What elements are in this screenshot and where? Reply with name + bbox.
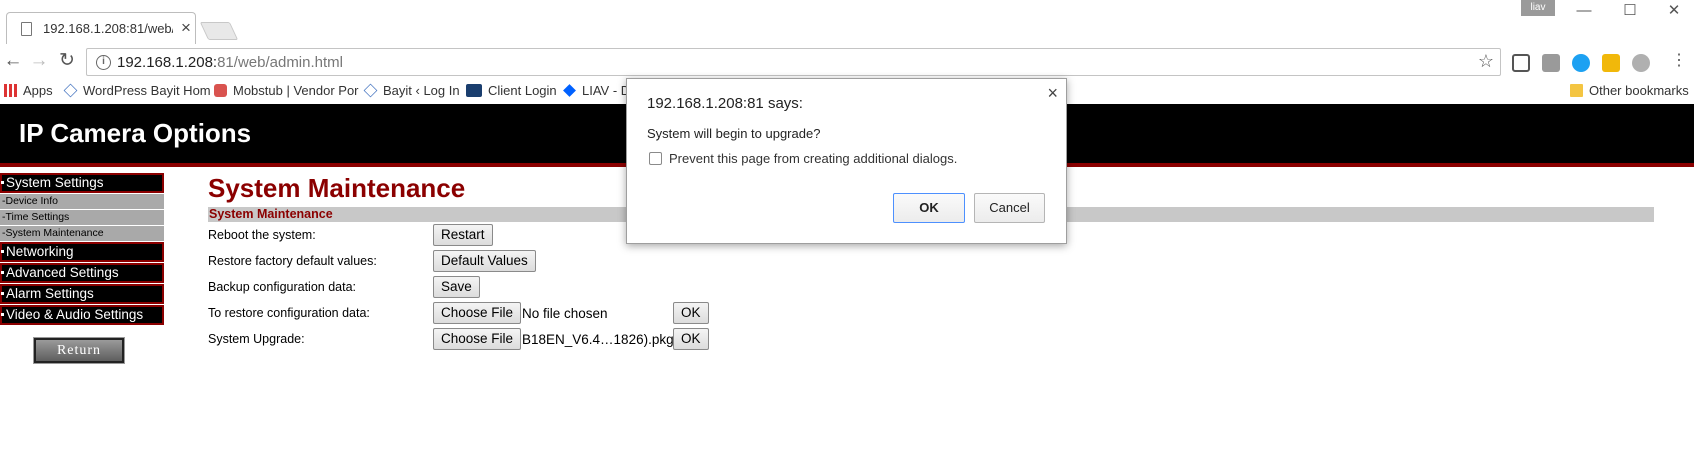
menu-system-maintenance[interactable]: -System Maintenance (0, 226, 164, 242)
home-icon (63, 83, 78, 98)
reload-icon[interactable]: ↻ (56, 50, 78, 72)
dialog-title: 192.168.1.208:81 says: (647, 95, 803, 112)
url-host: 192.168.1.208: (117, 54, 218, 71)
dialog-ok-button[interactable]: OK (893, 193, 965, 223)
bookmark-star-icon[interactable]: ☆ (1478, 51, 1494, 72)
upgrade-choose-file-button[interactable]: Choose File (433, 328, 522, 350)
page-title: IP Camera Options (19, 118, 252, 148)
url-text: 192.168.1.208:81/web/admin.html (117, 54, 343, 71)
maximize-icon[interactable]: ☐ (1610, 0, 1650, 22)
bookmark-wordpress[interactable]: WordPress Bayit Hom (63, 83, 211, 98)
restore-file-name: No file chosen (522, 306, 608, 321)
bookmark-mobstub[interactable]: Mobstub | Vendor Por (214, 83, 359, 98)
info-icon[interactable]: i (96, 55, 111, 70)
browser-toolbar: ← → ↻ i 192.168.1.208:81/web/admin.html … (0, 44, 1694, 80)
prevent-dialogs-label[interactable]: Prevent this page from creating addition… (669, 151, 957, 166)
menu-device-info[interactable]: -Device Info (0, 194, 164, 210)
new-tab-button[interactable] (199, 22, 239, 40)
menu-icon[interactable]: ⋮ (1668, 50, 1690, 72)
folder-icon (1570, 84, 1583, 97)
extension-rocket-icon[interactable] (1632, 54, 1650, 72)
minimize-icon[interactable]: — (1564, 0, 1604, 22)
upgrade-row: System Upgrade: Choose File B18EN_V6.4…1… (208, 326, 1658, 352)
tab-title: 192.168.1.208:81/web/ad (43, 21, 173, 36)
dialog-message: System will begin to upgrade? (647, 126, 821, 141)
menu-networking[interactable]: Networking (0, 242, 164, 262)
cast-icon[interactable] (1512, 54, 1530, 72)
menu-time-settings[interactable]: -Time Settings (0, 210, 164, 226)
bookmark-apps[interactable]: Apps (4, 83, 53, 98)
dropbox-icon (563, 84, 576, 97)
menu-advanced-settings[interactable]: Advanced Settings (0, 263, 164, 283)
restore-ok-button[interactable]: OK (673, 302, 709, 324)
close-window-icon[interactable]: ✕ (1654, 0, 1694, 22)
bookmark-other[interactable]: Other bookmarks (1570, 83, 1689, 98)
alert-dialog: × 192.168.1.208:81 says: System will beg… (626, 78, 1067, 244)
page-icon (21, 22, 32, 36)
profile-badge[interactable]: liav (1521, 0, 1555, 16)
side-menu: System Settings -Device Info -Time Setti… (0, 173, 164, 326)
url-path: 81/web/admin.html (217, 54, 343, 71)
restart-button[interactable]: Restart (433, 224, 493, 246)
return-button[interactable]: Return (33, 337, 125, 364)
prevent-dialogs-checkbox[interactable] (649, 152, 662, 165)
menu-system-settings[interactable]: System Settings (0, 173, 164, 193)
extension-yellow-icon[interactable] (1602, 54, 1620, 72)
backup-row: Backup configuration data: Save (208, 274, 1658, 300)
save-button[interactable]: Save (433, 276, 480, 298)
address-bar[interactable]: i 192.168.1.208:81/web/admin.html ☆ (86, 48, 1501, 76)
factory-label: Restore factory default values: (208, 254, 377, 268)
upgrade-ok-button[interactable]: OK (673, 328, 709, 350)
factory-row: Restore factory default values: Default … (208, 248, 1658, 274)
menu-video-audio-settings[interactable]: Video & Audio Settings (0, 305, 164, 325)
home-icon (363, 83, 378, 98)
reboot-label: Reboot the system: (208, 228, 316, 242)
upgrade-file-name: B18EN_V6.4…1826).pkg (522, 332, 674, 347)
mobstub-icon (214, 84, 227, 97)
backup-label: Backup configuration data: (208, 280, 357, 294)
bookmark-bayit-login[interactable]: Bayit ‹ Log In (363, 83, 460, 98)
apps-grid-icon (4, 84, 17, 97)
bookmark-client-login[interactable]: Client Login (466, 83, 557, 98)
restore-row: To restore configuration data: Choose Fi… (208, 300, 1658, 326)
bookmark-liav[interactable]: LIAV - D (563, 83, 630, 98)
skype-icon[interactable] (1572, 54, 1590, 72)
forward-icon[interactable]: → (28, 50, 50, 72)
dialog-cancel-button[interactable]: Cancel (974, 193, 1045, 223)
back-icon[interactable]: ← (2, 50, 24, 72)
tab-strip: 192.168.1.208:81/web/ad × liav — ☐ ✕ (0, 0, 1694, 44)
restore-label: To restore configuration data: (208, 306, 370, 320)
upgrade-label: System Upgrade: (208, 332, 305, 346)
restore-choose-file-button[interactable]: Choose File (433, 302, 522, 324)
extension-icon[interactable] (1542, 54, 1560, 72)
tab-close-icon[interactable]: × (181, 18, 191, 38)
menu-alarm-settings[interactable]: Alarm Settings (0, 284, 164, 304)
dialog-close-icon[interactable]: × (1047, 83, 1058, 104)
cit-logo-icon (466, 84, 482, 97)
browser-tab[interactable]: 192.168.1.208:81/web/ad × (6, 12, 196, 44)
default-values-button[interactable]: Default Values (433, 250, 536, 272)
